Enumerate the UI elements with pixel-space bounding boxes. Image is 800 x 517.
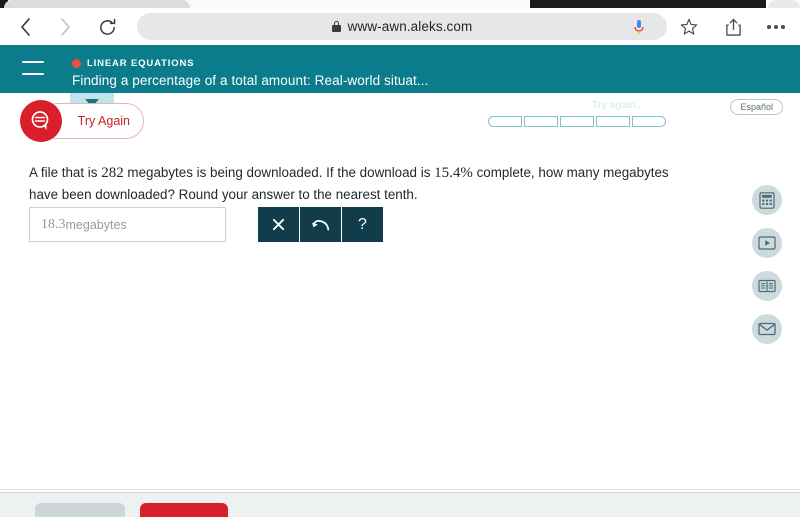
chevron-right-icon [60, 18, 70, 36]
progress-bar [488, 116, 666, 127]
question-text: A file that is 282 megabytes is being do… [29, 162, 701, 205]
browser-tab-active[interactable] [196, 0, 526, 8]
browser-tab-strip [0, 0, 800, 8]
browser-tab-inactive-left[interactable] [4, 0, 190, 8]
progress-segment [632, 116, 666, 127]
chevron-left-icon [20, 18, 30, 36]
try-again-label: Try Again [77, 114, 130, 128]
progress-segment [524, 116, 558, 127]
bookmark-button[interactable] [678, 17, 700, 37]
content-divider [0, 489, 800, 490]
more-options-icon [781, 25, 785, 29]
reload-button[interactable] [94, 16, 120, 38]
clear-button[interactable] [258, 207, 299, 242]
help-button[interactable]: ? [342, 207, 383, 242]
page-title: Finding a percentage of a total amount: … [72, 73, 429, 88]
browser-menu-button[interactable] [765, 17, 787, 37]
hamburger-menu-icon[interactable] [22, 59, 44, 77]
answer-row: 18.3 megabytes ? [29, 207, 383, 242]
help-glyph: ? [358, 215, 367, 233]
video-play-icon[interactable] [752, 228, 782, 258]
answer-value-unit: megabytes [65, 217, 127, 232]
browser-toolbar: www-awn.aleks.com [0, 8, 800, 45]
envelope-glyph [758, 322, 776, 336]
more-options-icon [774, 25, 778, 29]
tool-rail [752, 185, 782, 344]
browser-tab-inactive-right[interactable] [768, 0, 800, 8]
answer-toolbar: ? [258, 207, 383, 242]
tab-strip-gap [530, 0, 766, 8]
topic-indicator: LINEAR EQUATIONS [72, 58, 194, 69]
reload-icon [99, 18, 115, 35]
browser-window: www-awn.aleks.com LINEAR EQUATIONS Findi… [0, 0, 800, 517]
reference-book-icon[interactable] [752, 271, 782, 301]
message-envelope-icon[interactable] [752, 314, 782, 344]
answer-input[interactable]: 18.3 megabytes [29, 207, 226, 242]
question-part-1: A file that is [29, 165, 102, 180]
progress-segment [596, 116, 630, 127]
undo-button[interactable] [300, 207, 341, 242]
progress-segment [560, 116, 594, 127]
calculator-glyph [759, 191, 775, 209]
close-icon [272, 218, 285, 231]
address-bar[interactable]: www-awn.aleks.com [137, 13, 667, 40]
speech-bubble-glyph [31, 111, 49, 130]
more-options-icon [767, 25, 771, 29]
bottom-action-bar [0, 492, 800, 517]
back-button[interactable] [12, 16, 38, 38]
share-button[interactable] [722, 17, 744, 37]
topic-label: LINEAR EQUATIONS [87, 58, 195, 69]
topic-status-dot-icon [72, 59, 81, 68]
app-header: LINEAR EQUATIONS Finding a percentage of… [0, 45, 800, 127]
calculator-icon[interactable] [752, 185, 782, 215]
speech-bubble-icon[interactable] [20, 100, 62, 142]
question-amount: 282 [101, 165, 124, 181]
open-book-glyph [758, 279, 776, 293]
language-toggle-button[interactable]: Español [730, 99, 783, 115]
url-text: www-awn.aleks.com [347, 19, 473, 34]
progress-status-text: Try again... [592, 99, 645, 111]
video-play-glyph [758, 236, 776, 250]
undo-arrow-icon [311, 219, 329, 230]
star-icon [680, 18, 698, 35]
lock-icon [331, 21, 341, 32]
question-percent: 15.4% [434, 165, 473, 181]
primary-action-button[interactable] [140, 503, 228, 517]
share-icon [725, 18, 741, 36]
answer-value-number: 18.3 [41, 216, 66, 232]
secondary-action-button[interactable] [35, 503, 125, 517]
forward-button[interactable] [52, 16, 78, 38]
progress-segment [488, 116, 522, 127]
question-part-2: megabytes is being downloaded. If the do… [123, 165, 435, 180]
microphone-icon[interactable] [633, 19, 645, 35]
